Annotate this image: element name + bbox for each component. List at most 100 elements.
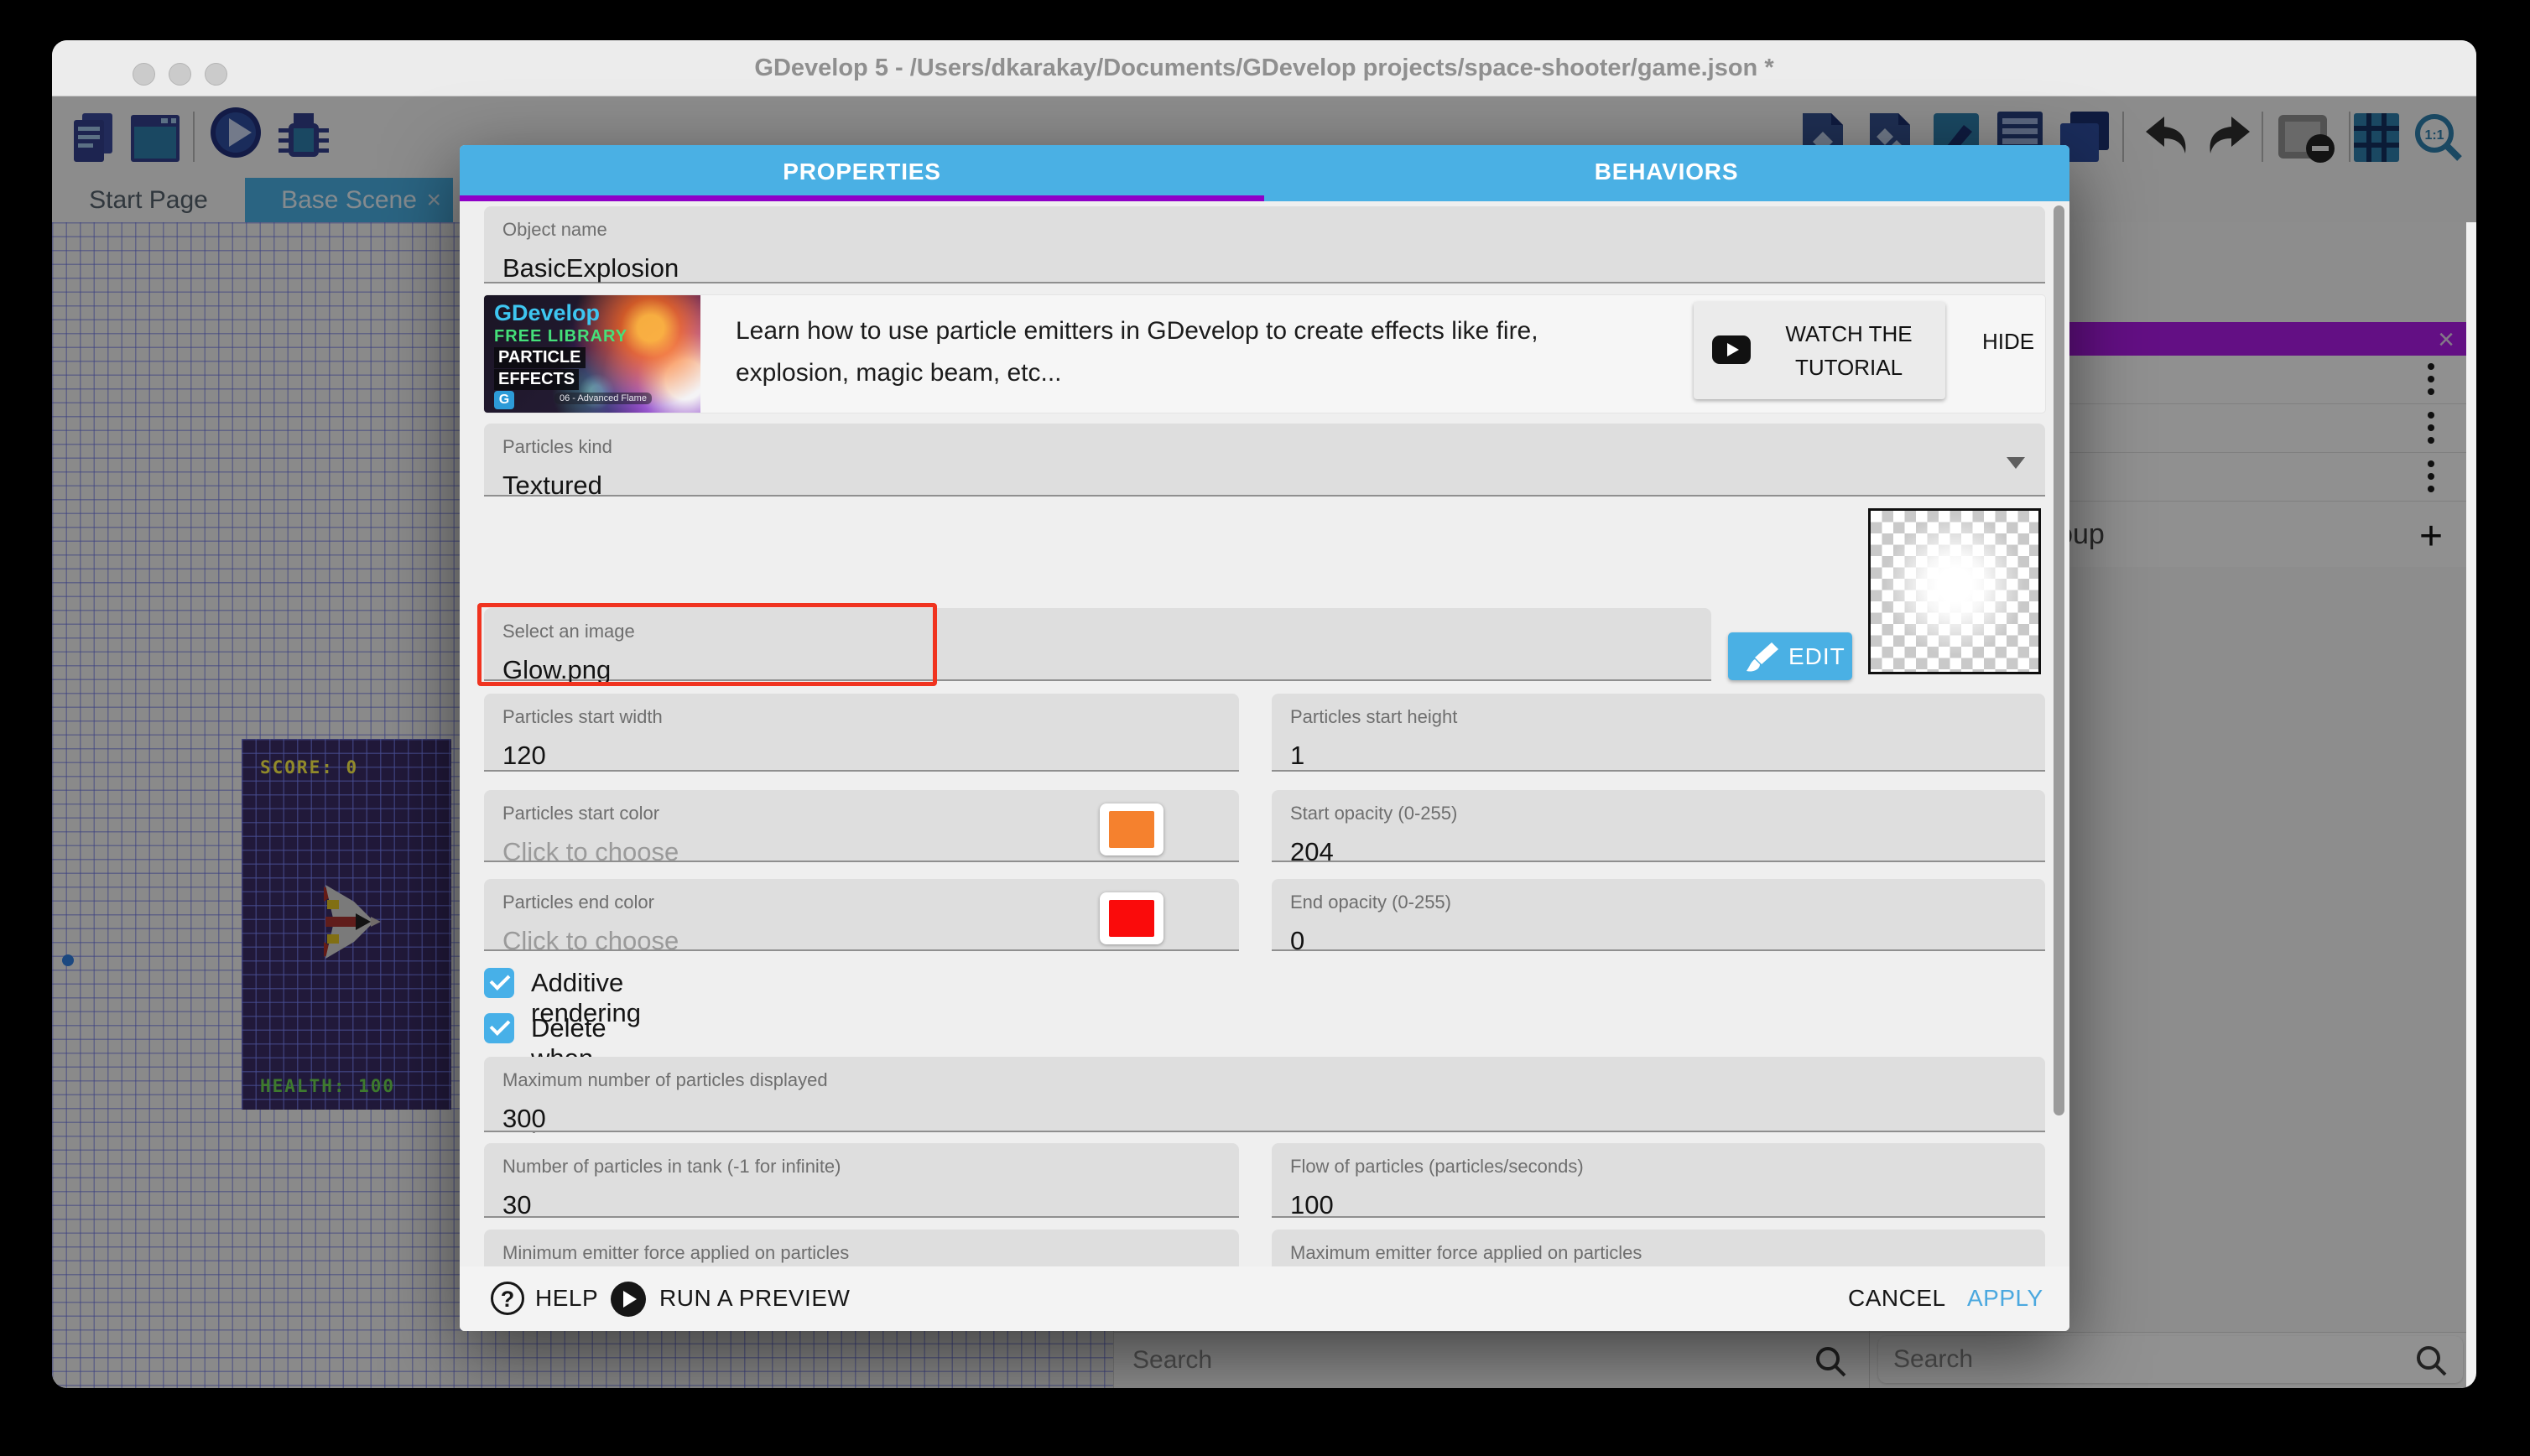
objects-search-bar[interactable]: Search — [1114, 1332, 1869, 1388]
start-color-field[interactable]: Particles start color Click to choose — [484, 790, 1239, 862]
annotation-red-box — [477, 603, 937, 686]
title-bar: GDevelop 5 - /Users/dkarakay/Documents/G… — [52, 40, 2476, 96]
field-label: Particles kind — [502, 436, 2027, 458]
tab-start-page[interactable]: Start Page — [60, 178, 237, 222]
particles-flow-field[interactable]: Flow of particles (particles/seconds) 10… — [1272, 1143, 2045, 1218]
toolbar-separator — [2122, 112, 2124, 162]
start-width-field[interactable]: Particles start width 120 — [484, 694, 1239, 772]
watch-tutorial-button[interactable]: WATCH THE TUTORIAL — [1694, 302, 1945, 399]
edit-image-button[interactable]: EDIT — [1728, 632, 1852, 680]
grid-icon[interactable] — [2350, 110, 2402, 165]
debug-icon[interactable] — [277, 110, 331, 165]
start-opacity-field[interactable]: Start opacity (0-255) 204 — [1272, 790, 2045, 862]
dialog-scrollbar[interactable] — [2054, 205, 2064, 1115]
tab-close-icon[interactable]: × — [426, 178, 441, 222]
thumb-subtitle: FREE LIBRARY — [494, 327, 627, 346]
player-ship-sprite[interactable] — [320, 880, 381, 964]
field-label: Particles start width — [502, 706, 1221, 728]
tab-base-scene[interactable]: Base Scene × — [245, 178, 453, 222]
tutorial-text: Learn how to use particle emitters in GD… — [736, 310, 1642, 394]
end-color-field[interactable]: Particles end color Click to choose — [484, 879, 1239, 951]
run-preview-button[interactable]: RUN A PREVIEW — [659, 1285, 850, 1312]
groups-search-placeholder: Search — [1893, 1345, 1973, 1374]
min-emitter-force-field[interactable]: Minimum emitter force applied on particl… — [484, 1230, 1239, 1266]
field-label: Flow of particles (particles/seconds) — [1290, 1156, 2027, 1178]
object-name-field[interactable]: Object name BasicExplosion — [484, 206, 2045, 283]
hide-banner-button[interactable]: HIDE — [1970, 329, 2046, 355]
field-label: Start opacity (0-255) — [1290, 803, 2027, 824]
field-value: 30 — [502, 1190, 1221, 1220]
field-value: BasicExplosion — [502, 253, 2027, 283]
search-icon — [2414, 1344, 2448, 1377]
dialog-tab-bar: PROPERTIES BEHAVIORS — [460, 145, 2069, 201]
groups-search-field[interactable]: Search — [1878, 1336, 2463, 1383]
health-text: HEALTH: 100 — [260, 1076, 395, 1096]
field-label: Number of particles in tank (-1 for infi… — [502, 1156, 1221, 1178]
close-icon[interactable]: × — [2438, 324, 2455, 356]
start-height-field[interactable]: Particles start height 1 — [1272, 694, 2045, 772]
additive-rendering-checkbox[interactable] — [484, 968, 514, 998]
selection-handle-dot[interactable] — [62, 954, 74, 966]
end-color-swatch[interactable] — [1100, 892, 1163, 944]
score-text: SCORE: 0 — [260, 757, 358, 777]
field-label: Minimum emitter force applied on particl… — [502, 1242, 1221, 1264]
field-value: Textured — [502, 471, 2027, 501]
undo-icon[interactable] — [2139, 110, 2194, 165]
app-window: GDevelop 5 - /Users/dkarakay/Documents/G… — [52, 40, 2476, 1388]
field-value: 204 — [1290, 837, 2027, 867]
kebab-menu-icon[interactable] — [2428, 412, 2434, 445]
start-color-swatch[interactable] — [1100, 803, 1163, 855]
edit-button-label: EDIT — [1788, 643, 1845, 670]
field-label: Particles start height — [1290, 706, 2027, 728]
dialog-content: Object name BasicExplosion GDevelop FREE… — [460, 201, 2069, 1266]
active-tab-indicator — [460, 195, 1264, 201]
game-scene-viewport[interactable]: SCORE: 0 HEALTH: 100 — [242, 739, 451, 1110]
field-label: Maximum number of particles displayed — [502, 1069, 2027, 1091]
thumb-line2: EFFECTS — [494, 369, 579, 390]
end-opacity-field[interactable]: End opacity (0-255) 0 — [1272, 879, 2045, 951]
brush-icon — [1743, 639, 1780, 676]
apply-button[interactable]: APPLY — [1967, 1285, 2043, 1312]
help-button[interactable]: HELP — [535, 1285, 598, 1312]
help-icon: ? — [491, 1282, 524, 1315]
tab-behaviors[interactable]: BEHAVIORS — [1264, 145, 2069, 201]
groups-search-bar[interactable]: Search — [1870, 1332, 2466, 1388]
thumb-caption: 06 - Advanced Flame — [554, 393, 652, 404]
field-value: 300 — [502, 1104, 2027, 1134]
field-value: 120 — [502, 741, 1221, 771]
run-preview-icon[interactable] — [208, 105, 263, 160]
field-label: End opacity (0-255) — [1290, 892, 2027, 913]
tab-properties[interactable]: PROPERTIES — [460, 145, 1264, 201]
field-label: Maximum emitter force applied on particl… — [1290, 1242, 2027, 1264]
zoom-1-1-icon[interactable]: 1:1 — [2411, 110, 2466, 165]
plus-icon: + — [2419, 513, 2443, 559]
toggle-mask-icon[interactable] — [2277, 110, 2337, 165]
cancel-button[interactable]: CANCEL — [1848, 1285, 1946, 1312]
redo-icon[interactable] — [2201, 110, 2257, 165]
thumb-line1: PARTICLE — [494, 347, 586, 368]
field-label: Object name — [502, 219, 2027, 241]
max-particles-field[interactable]: Maximum number of particles displayed 30… — [484, 1057, 2045, 1132]
tab-base-scene-label: Base Scene — [281, 186, 417, 214]
field-value: 0 — [1290, 926, 2027, 956]
toolbar-separator — [2262, 112, 2263, 162]
project-manager-icon[interactable] — [72, 110, 116, 165]
screen: { "colors": { "accent_blue": "#4AB0E4", … — [0, 0, 2530, 1456]
kebab-menu-icon[interactable] — [2428, 363, 2434, 397]
field-value: 1 — [1290, 741, 2027, 771]
object-properties-dialog: PROPERTIES BEHAVIORS Object name BasicEx… — [460, 145, 2069, 1331]
watch-tutorial-label: WATCH THE TUTORIAL — [1761, 317, 1937, 384]
tutorial-banner: GDevelop FREE LIBRARY PARTICLE EFFECTS G… — [484, 295, 2045, 413]
max-emitter-force-field[interactable]: Maximum emitter force applied on particl… — [1272, 1230, 2045, 1266]
particle-texture-preview — [1868, 508, 2041, 674]
project-window-icon[interactable] — [129, 110, 181, 165]
toolbar-separator — [193, 112, 195, 162]
tutorial-thumbnail[interactable]: GDevelop FREE LIBRARY PARTICLE EFFECTS G… — [484, 295, 700, 413]
particles-kind-select[interactable]: Particles kind Textured — [484, 424, 2045, 497]
youtube-play-icon — [1712, 335, 1751, 364]
particles-tank-field[interactable]: Number of particles in tank (-1 for infi… — [484, 1143, 1239, 1218]
dialog-footer: ? HELP RUN A PREVIEW CANCEL APPLY — [460, 1266, 2069, 1331]
delete-when-out-checkbox[interactable] — [484, 1013, 514, 1043]
chevron-down-icon — [2007, 457, 2025, 469]
kebab-menu-icon[interactable] — [2428, 460, 2434, 494]
